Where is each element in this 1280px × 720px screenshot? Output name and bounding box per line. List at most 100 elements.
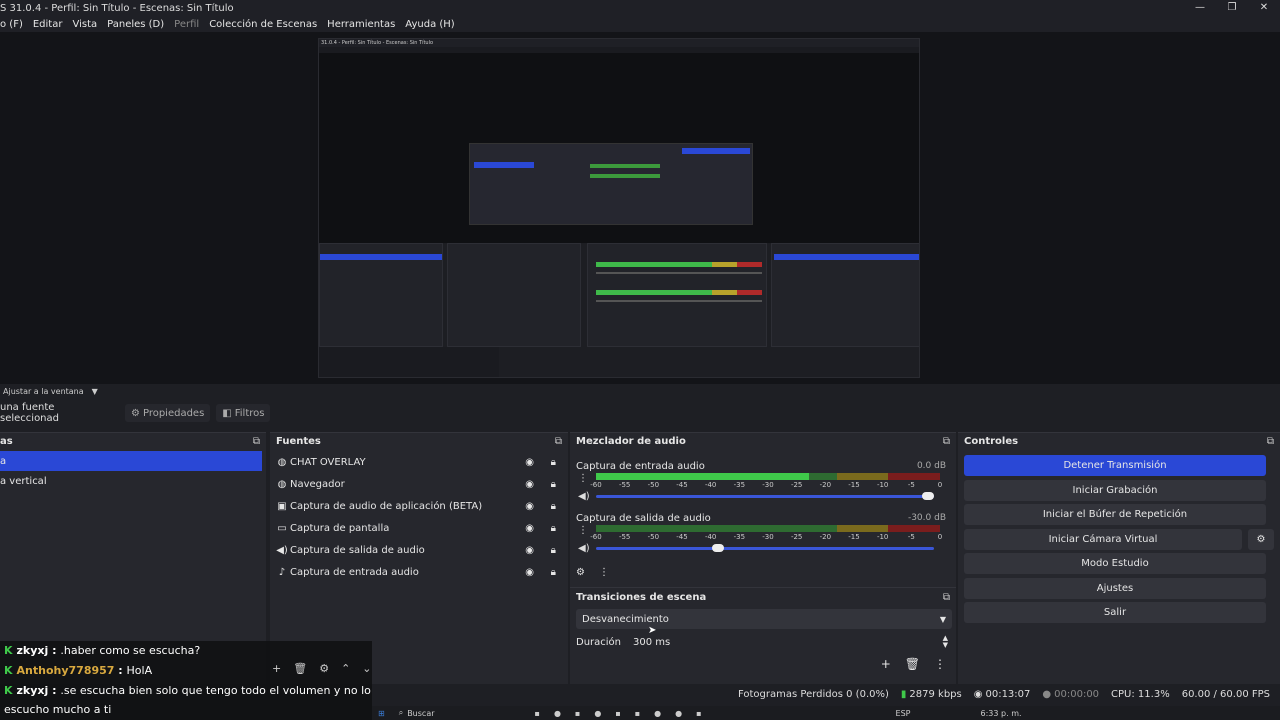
menu-tools[interactable]: Herramientas	[327, 19, 395, 30]
meter-red-zone	[888, 473, 940, 480]
lock-icon[interactable]: 🔒︎	[551, 479, 556, 490]
meter-tick-label: -45	[676, 533, 688, 541]
monitor-icon: ▭	[277, 522, 287, 534]
mixer-menu-icon[interactable]: ⋮	[599, 567, 609, 578]
record-status-icon: ●	[1042, 688, 1052, 700]
source-item-screen-capture[interactable]: ▭ Captura de pantalla ◉ 🔒︎	[270, 517, 568, 539]
start-virtual-camera-button[interactable]: Iniciar Cámara Virtual	[964, 528, 1242, 550]
slider-knob[interactable]	[712, 544, 725, 552]
start-recording-button[interactable]: Iniciar Grabación	[964, 479, 1266, 501]
exit-button[interactable]: Salir	[964, 602, 1266, 623]
scene-item[interactable]: a vertical	[0, 471, 266, 491]
meter-tick-label: -15	[848, 481, 860, 489]
eye-icon[interactable]: ◉	[525, 457, 534, 468]
menu-scene-collection[interactable]: Colección de Escenas	[209, 19, 317, 30]
meter-tick-label: -25	[790, 481, 803, 489]
chevron-down-icon[interactable]: ▼	[92, 387, 98, 396]
scene-item[interactable]: a	[0, 451, 262, 471]
eye-icon[interactable]: ◉	[525, 545, 534, 556]
chevron-up-icon[interactable]: ⌃	[341, 662, 350, 675]
start-icon[interactable]: ⊞	[378, 709, 385, 718]
source-item-browser[interactable]: ◍ Navegador ◉ 🔒︎	[270, 473, 568, 495]
duration-input[interactable]: 300 ms ▲ ▼	[629, 633, 952, 651]
volume-slider[interactable]	[596, 544, 934, 552]
undock-icon[interactable]: ⧉	[253, 436, 260, 447]
menu-view[interactable]: Vista	[72, 19, 97, 30]
undock-icon[interactable]: ⧉	[943, 436, 950, 447]
gear-icon: ⚙	[1256, 533, 1266, 545]
add-icon[interactable]: +	[272, 662, 281, 675]
meter-ticks: -60 -55 -50 -45 -40 -35 -30 -25 -20 -15 -10 -5 0	[590, 533, 942, 541]
eye-icon[interactable]: ◉	[525, 501, 534, 512]
window-controls: — ❐ ✕	[1184, 0, 1280, 16]
dropped-frames: Fotogramas Perdidos 0 (0.0%)	[738, 688, 889, 700]
undock-icon[interactable]: ⧉	[1267, 436, 1274, 447]
studio-mode-button[interactable]: Modo Estudio	[964, 553, 1266, 574]
add-icon[interactable]: +	[881, 657, 891, 671]
preview-scale-bar: Ajustar a la ventana ▼	[0, 384, 1280, 398]
nested-inner-preview	[469, 143, 753, 225]
eye-icon[interactable]: ◉	[525, 479, 534, 490]
undock-icon[interactable]: ⧉	[555, 436, 562, 447]
stream-status-icon: ◉	[973, 688, 983, 700]
clock[interactable]: 6:33 p. m.	[981, 709, 1022, 718]
start-replay-buffer-button[interactable]: Iniciar el Búfer de Repetición	[964, 504, 1266, 525]
lock-icon[interactable]: 🔒︎	[551, 501, 556, 512]
minimize-button[interactable]: —	[1184, 0, 1216, 16]
transition-menu-icon[interactable]: ⋮	[934, 657, 946, 671]
lock-icon[interactable]: 🔒︎	[551, 545, 556, 556]
lock-icon[interactable]: 🔒︎	[551, 457, 556, 468]
channel-menu-icon[interactable]: ⋮	[578, 473, 588, 484]
gear-icon[interactable]: ⚙	[319, 662, 329, 675]
menu-edit[interactable]: Editar	[33, 19, 63, 30]
language-indicator[interactable]: ESP	[896, 709, 911, 718]
source-item-app-audio[interactable]: ▣ Captura de audio de aplicación (BETA) …	[270, 495, 568, 517]
trash-icon[interactable]: 🗑︎	[293, 662, 307, 675]
speaker-icon[interactable]: ◀)	[578, 543, 590, 554]
menu-file[interactable]: o (F)	[0, 19, 23, 30]
search-icon[interactable]: ⌕	[399, 708, 403, 718]
properties-button[interactable]: ⚙ Propiedades	[125, 404, 211, 422]
speaker-icon: ◀)	[276, 544, 288, 556]
maximize-button[interactable]: ❐	[1216, 0, 1248, 16]
source-item-chat-overlay[interactable]: ◍ CHAT OVERLAY ◉ 🔒︎	[270, 451, 568, 473]
transition-select[interactable]: Desvanecimiento ▼	[576, 609, 952, 629]
preview-canvas[interactable]: 31.0.4 - Perfil: Sin Título - Escenas: S…	[0, 32, 1280, 384]
filter-icon: ◧	[222, 407, 232, 419]
chat-message: Kzkyxj : .se escucha bien solo que tengo…	[4, 684, 371, 697]
lock-icon[interactable]: 🔒︎	[551, 523, 556, 534]
fit-to-window-label[interactable]: Ajustar a la ventana	[3, 387, 84, 396]
menu-docks[interactable]: Paneles (D)	[107, 19, 164, 30]
eye-icon[interactable]: ◉	[525, 523, 534, 534]
stop-streaming-button[interactable]: Detener Transmisión	[964, 455, 1266, 476]
trash-icon[interactable]: 🗑︎	[905, 657, 920, 671]
scene-toolbar: + 🗑︎ ⚙ ⌃ ⌄	[272, 662, 384, 675]
channel-menu-icon[interactable]: ⋮	[578, 525, 588, 536]
eye-icon[interactable]: ◉	[525, 567, 534, 578]
slider-knob[interactable]	[922, 492, 934, 500]
advanced-audio-icon[interactable]: ⚙	[576, 567, 585, 578]
menu-help[interactable]: Ayuda (H)	[405, 19, 454, 30]
nested-controls-panel	[771, 243, 919, 347]
meter-tick-label: 0	[937, 481, 943, 489]
menu-profile[interactable]: Perfil	[174, 19, 199, 30]
volume-slider[interactable]	[596, 492, 934, 500]
window-title: S 31.0.4 - Perfil: Sin Título - Escenas:…	[0, 2, 234, 14]
source-item-audio-output[interactable]: ◀) Captura de salida de audio ◉ 🔒︎	[270, 539, 568, 561]
taskbar-search[interactable]: Buscar	[407, 709, 434, 718]
virtual-camera-settings-button[interactable]: ⚙	[1248, 528, 1274, 550]
source-item-audio-input[interactable]: ♪ Captura de entrada audio ◉ 🔒︎	[270, 561, 568, 583]
chevron-down-icon[interactable]: ⌄	[362, 662, 371, 675]
close-button[interactable]: ✕	[1248, 0, 1280, 16]
speaker-icon[interactable]: ◀)	[578, 491, 590, 502]
audio-mixer-header: Mezclador de audio	[576, 435, 686, 447]
lock-icon[interactable]: 🔒︎	[551, 567, 556, 578]
nested-scenes-panel	[319, 243, 443, 347]
meter-tick-label: -5	[907, 481, 915, 489]
filters-button[interactable]: ◧ Filtros	[216, 404, 271, 422]
meter-tick-label: -30	[762, 481, 774, 489]
undock-icon[interactable]: ⧉	[943, 592, 950, 603]
settings-button[interactable]: Ajustes	[964, 577, 1266, 599]
nested-sources-panel	[447, 243, 581, 347]
spin-arrows-icon[interactable]: ▲ ▼	[943, 635, 948, 649]
